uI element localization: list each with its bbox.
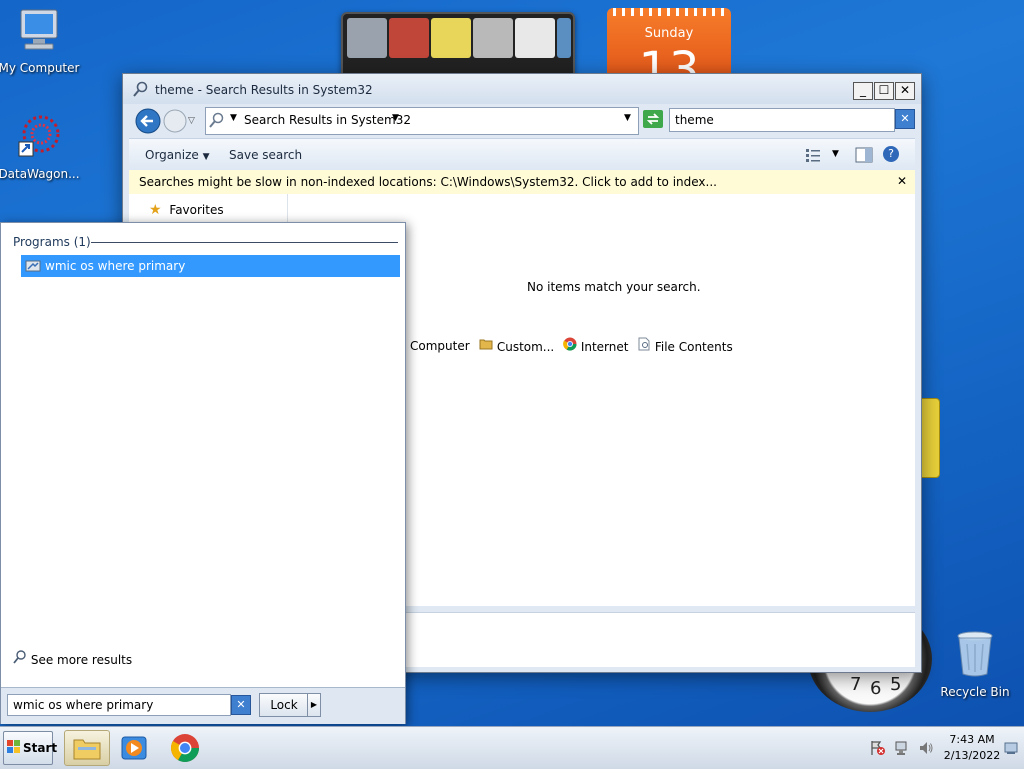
- clock-date[interactable]: 2/13/2022: [942, 749, 1002, 762]
- address-row: ▽ ▼ Search Results in System32 ▼ ▼ theme…: [129, 106, 915, 136]
- help-icon[interactable]: ?: [883, 146, 899, 162]
- command-bar: Organize ▼ Save search ▼ ?: [129, 138, 915, 172]
- info-bar-close-button[interactable]: ✕: [897, 174, 907, 188]
- chrome-icon: [563, 337, 581, 354]
- maximize-button[interactable]: ☐: [874, 82, 894, 100]
- chevron-down-icon[interactable]: ▼: [230, 113, 237, 123]
- calendar-day-name: Sunday: [644, 26, 694, 41]
- desktop-icon-label: My Computer: [0, 61, 80, 75]
- address-text: Search Results in System32: [244, 113, 411, 127]
- preview-pane-icon[interactable]: [855, 147, 873, 166]
- star-icon: ★: [149, 202, 162, 218]
- see-more-label: See more results: [30, 653, 133, 667]
- info-bar-text: Searches might be slow in non-indexed lo…: [139, 175, 717, 189]
- shutdown-options-arrow[interactable]: ▶: [307, 693, 321, 717]
- system-tray: 7:43 AM 2/13/2022: [862, 731, 1022, 765]
- desktop-icon-label: DataWagon...: [0, 167, 80, 181]
- network-icon[interactable]: [894, 740, 910, 759]
- search-again-internet[interactable]: Internet: [563, 337, 628, 354]
- volume-icon[interactable]: [918, 740, 934, 759]
- calendar-day-number: 13: [638, 42, 700, 76]
- start-button[interactable]: Start: [3, 731, 57, 765]
- search-result-label: wmic os where primary: [45, 259, 186, 273]
- show-desktop-icon[interactable]: [1004, 741, 1018, 758]
- favorites-label: Favorites: [169, 203, 224, 217]
- document-icon: [637, 337, 655, 354]
- computer-icon: [0, 8, 81, 57]
- minimize-button[interactable]: _: [853, 82, 873, 100]
- desktop-icon-label: Recycle Bin: [940, 685, 1010, 699]
- datawagon-icon: [0, 114, 81, 163]
- see-more-results-link[interactable]: See more results: [13, 650, 132, 667]
- taskbar-media-player-button[interactable]: [112, 730, 156, 764]
- chevron-down-icon: ▼: [202, 152, 210, 162]
- search-again-label: File Contents: [654, 340, 733, 354]
- clear-search-button[interactable]: ✕: [231, 695, 251, 715]
- desktop-icon-datawagon[interactable]: DataWagon...: [0, 114, 81, 181]
- recycle-bin-icon: [933, 630, 1017, 681]
- slideshow-gadget[interactable]: [341, 12, 575, 80]
- start-search-value: wmic os where primary: [13, 698, 154, 712]
- lock-button[interactable]: Lock: [259, 693, 309, 717]
- forward-icon[interactable]: [163, 108, 187, 137]
- window-title: theme - Search Results in System32: [155, 83, 373, 97]
- file-explorer-icon: [72, 735, 102, 764]
- folder-icon: [479, 339, 497, 354]
- search-result-item[interactable]: wmic os where primary: [21, 255, 400, 277]
- search-icon: [209, 112, 225, 131]
- address-bar[interactable]: ▼ Search Results in System32 ▼ ▼: [205, 107, 639, 135]
- refresh-icon[interactable]: [643, 110, 663, 131]
- info-bar[interactable]: Searches might be slow in non-indexed lo…: [129, 170, 915, 195]
- start-menu[interactable]: Programs (1) wmic os where primary See m…: [0, 222, 406, 724]
- programs-group-header: Programs (1): [13, 235, 91, 249]
- organize-menu[interactable]: Organize ▼: [145, 148, 210, 162]
- calendar-rings: [613, 8, 725, 16]
- search-again-file-contents[interactable]: File Contents: [637, 337, 733, 354]
- program-icon: [25, 258, 41, 277]
- media-player-icon: [120, 735, 148, 764]
- search-input-value: theme: [675, 113, 714, 127]
- chrome-icon: [170, 733, 200, 766]
- search-input[interactable]: theme: [669, 108, 895, 132]
- action-center-flag-icon[interactable]: [870, 740, 886, 759]
- calendar-gadget[interactable]: Sunday 13: [607, 8, 731, 76]
- chevron-down-icon[interactable]: ▼: [392, 113, 399, 123]
- desktop-icon-recycle-bin[interactable]: Recycle Bin: [933, 630, 1017, 699]
- clock-numeral: 7: [850, 674, 862, 695]
- chevron-down-icon[interactable]: ▼: [832, 149, 839, 159]
- taskbar-chrome-button[interactable]: [164, 730, 208, 764]
- clock-numeral: 6: [870, 678, 882, 699]
- title-bar[interactable]: theme - Search Results in System32 _ ☐ ✕: [123, 74, 921, 104]
- search-icon: [13, 650, 31, 667]
- taskbar: Start 7:43 AM 2/13/2022: [0, 726, 1024, 769]
- close-button[interactable]: ✕: [895, 82, 915, 100]
- clear-search-button[interactable]: ✕: [895, 109, 915, 129]
- desktop-icon-my-computer[interactable]: My Computer: [0, 8, 81, 75]
- back-icon[interactable]: [135, 108, 161, 137]
- organize-label: Organize: [145, 148, 199, 162]
- group-divider: [91, 242, 398, 243]
- view-options-icon[interactable]: [805, 147, 821, 166]
- start-label: Start: [23, 741, 58, 755]
- search-icon: [133, 81, 149, 100]
- search-again-label: Computer: [410, 339, 470, 353]
- taskbar-explorer-button[interactable]: [64, 730, 110, 766]
- start-search-input[interactable]: wmic os where primary: [7, 694, 231, 716]
- search-again-label: Custom...: [496, 340, 555, 354]
- start-search-area: wmic os where primary ✕ Lock ▶: [1, 687, 405, 724]
- recent-pages-icon[interactable]: ▽: [188, 116, 195, 126]
- windows-logo-icon: [7, 740, 21, 757]
- clock-time[interactable]: 7:43 AM: [948, 733, 996, 746]
- search-again-label: Internet: [580, 340, 629, 354]
- empty-message: No items match your search.: [527, 280, 701, 294]
- address-dropdown-icon[interactable]: ▼: [624, 113, 631, 123]
- favorites-item[interactable]: ★ Favorites: [149, 202, 224, 218]
- search-again-computer[interactable]: Computer: [410, 339, 470, 353]
- save-search-button[interactable]: Save search: [229, 148, 302, 162]
- search-again-custom[interactable]: Custom...: [479, 337, 554, 354]
- clock-numeral: 5: [890, 674, 902, 695]
- sticky-note-gadget[interactable]: [920, 398, 940, 478]
